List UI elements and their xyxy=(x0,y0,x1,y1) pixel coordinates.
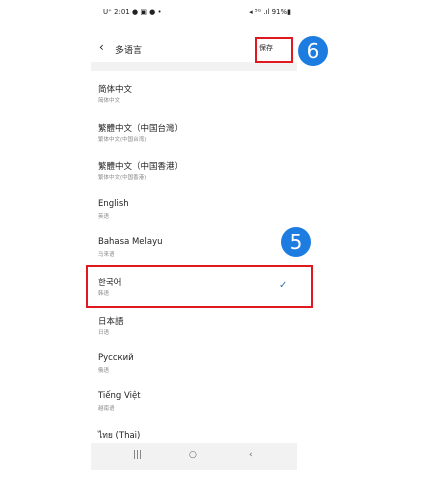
language-subtitle: 简体中文 xyxy=(98,98,121,104)
chevron-left-icon[interactable]: ‹ xyxy=(99,40,104,54)
language-subtitle: 越南语 xyxy=(98,406,115,412)
recents-icon[interactable]: ||| xyxy=(133,450,142,460)
language-name: Tiếng Việt xyxy=(98,391,141,401)
language-item-simplified-chinese[interactable]: 简体中文 简体中文 xyxy=(91,83,297,119)
page-title: 多语言 xyxy=(115,46,143,56)
language-subtitle: 英语 xyxy=(98,214,110,220)
back-nav-icon[interactable]: ‹ xyxy=(249,450,253,460)
language-name: 简体中文 xyxy=(98,85,133,95)
status-right: ◂ ⁵ᴳ .ıl 91%▮ xyxy=(249,8,291,16)
language-subtitle: 繁体中文(中国台湾) xyxy=(98,137,147,143)
step-5-badge: 5 xyxy=(281,227,311,257)
language-name: Русский xyxy=(98,353,134,363)
language-name: 繁體中文（中国香港） xyxy=(98,162,184,172)
save-highlight-box xyxy=(255,37,293,63)
language-item-traditional-chinese-taiwan[interactable]: 繁體中文（中国台灣） 繁体中文(中国台湾) xyxy=(91,122,297,158)
status-bar: U⁺ 2:01 ● ▣ ● • ◂ ⁵ᴳ .ıl 91%▮ xyxy=(91,0,297,22)
system-nav-bar: ||| ○ ‹ xyxy=(91,443,297,470)
step-6-badge: 6 xyxy=(298,36,328,66)
language-item-traditional-chinese-hongkong[interactable]: 繁體中文（中国香港） 繁体中文(中国香港) xyxy=(91,160,297,196)
language-item-vietnamese[interactable]: Tiếng Việt 越南语 xyxy=(91,391,297,427)
language-name: ไทย (Thai) xyxy=(98,431,141,441)
language-name: 繁體中文（中国台灣） xyxy=(98,124,184,134)
language-name: English xyxy=(98,199,129,209)
phone-screen: U⁺ 2:01 ● ▣ ● • ◂ ⁵ᴳ .ıl 91%▮ ‹ 多语言 保存 简… xyxy=(91,0,297,470)
language-subtitle: 俄语 xyxy=(98,368,110,374)
korean-highlight-box xyxy=(86,265,313,308)
language-subtitle: 马来语 xyxy=(98,252,115,258)
language-subtitle: 繁体中文(中国香港) xyxy=(98,175,147,181)
home-icon[interactable]: ○ xyxy=(189,450,197,460)
language-item-english[interactable]: English 英语 xyxy=(91,199,297,235)
status-left: U⁺ 2:01 ● ▣ ● • xyxy=(103,8,162,16)
language-name: 日本語 xyxy=(98,317,124,327)
language-subtitle: 日语 xyxy=(98,330,110,336)
section-divider xyxy=(91,62,297,71)
language-item-russian[interactable]: Русский 俄语 xyxy=(91,353,297,389)
language-item-japanese[interactable]: 日本語 日语 xyxy=(91,315,297,351)
language-name: Bahasa Melayu xyxy=(98,237,163,247)
